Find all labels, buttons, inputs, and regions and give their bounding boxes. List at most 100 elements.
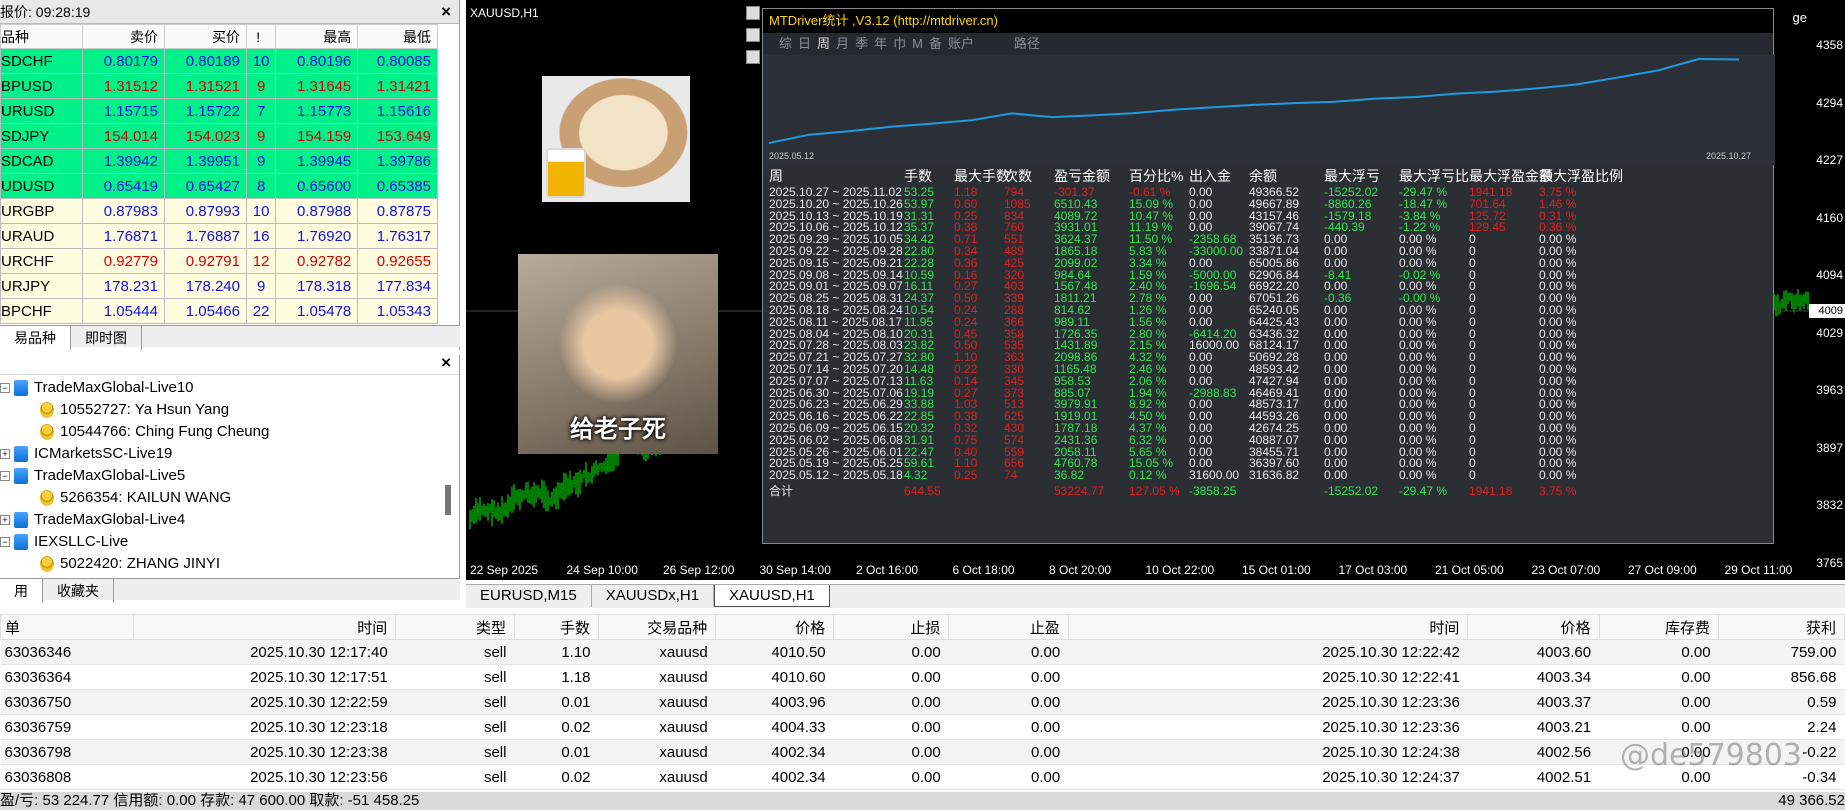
column-header[interactable]: 手数	[513, 614, 600, 640]
column-header[interactable]: 价格	[715, 614, 835, 640]
column-header[interactable]: 时间	[133, 614, 397, 640]
curve-start-label: 2025.05.12	[769, 151, 815, 161]
account-node[interactable]: 5266354: KAILUN WANG	[0, 487, 269, 509]
server-node[interactable]: + TradeMaxGlobal-Live4	[0, 509, 269, 531]
mtd-tab[interactable]: 综	[779, 36, 792, 51]
column-header[interactable]: 单	[0, 614, 135, 640]
quote-row[interactable]: URGBP 0.87983 0.87993 10 0.87988 0.87875	[0, 198, 438, 224]
cat-fight-meme-image: 给老子死	[518, 254, 718, 454]
trade-row[interactable]: 63036798 2025.10.30 12:23:38 sell 0.01 xauus…	[0, 739, 1845, 765]
column-header[interactable]: 卖价	[82, 24, 165, 49]
close-icon[interactable]: ×	[441, 0, 451, 24]
stats-header-row: 周手数 最大手数 次数 盈亏金额 百分比% 出入金 余额 最大浮亏 最大浮亏比 最大浮盈金额 最大浮…	[769, 169, 1769, 183]
mtd-tab[interactable]: 巾	[893, 36, 906, 51]
account-node[interactable]: 10544766: Ching Fung Cheung	[0, 421, 269, 443]
tab-common[interactable]: 用	[0, 579, 43, 603]
trade-cell: 63036808	[0, 764, 134, 790]
column-header[interactable]: 止盈	[948, 614, 1069, 640]
mtd-tab[interactable]: 月	[836, 36, 849, 51]
server-node[interactable]: − TradeMaxGlobal-Live10	[0, 377, 269, 399]
quote-row[interactable]: URAUD 1.76871 1.76887 16 1.76920 1.76317	[0, 223, 438, 249]
time-tick: 27 Oct 09:00	[1628, 563, 1697, 577]
stats-total-cell: 3.75 %	[1539, 484, 1577, 498]
trade-cell: 0.00	[948, 714, 1069, 740]
tab-chart-xauusd-h1[interactable]: XAUUSD,H1	[714, 585, 830, 607]
trade-cell: 2025.10.30 12:22:41	[1068, 664, 1468, 690]
scrollbar[interactable]	[445, 485, 451, 515]
expand-icon[interactable]: −	[0, 537, 10, 548]
server-node[interactable]: − IEXSLLC-Live	[0, 531, 269, 553]
expand-icon[interactable]: −	[0, 471, 10, 482]
column-header[interactable]: 买价	[164, 24, 247, 49]
mtd-tab[interactable]: M	[912, 36, 923, 51]
quote-ask: 0.92791	[164, 248, 247, 274]
expand-icon[interactable]: +	[0, 449, 10, 460]
mtd-tab[interactable]: 日	[798, 36, 811, 51]
column-header[interactable]: 止损	[833, 614, 950, 640]
chart-tool-icon[interactable]	[746, 50, 760, 64]
quote-sym: URUSD	[0, 98, 83, 124]
column-header[interactable]: 最高	[275, 24, 359, 49]
account-node[interactable]: 5022420: ZHANG JINYI	[0, 553, 269, 575]
server-node[interactable]: + ICMarketsSC-Live19	[0, 443, 269, 465]
tab-chart-eurusd-m15[interactable]: EURUSD,M15	[466, 585, 592, 607]
column-header[interactable]: !	[245, 24, 277, 49]
trade-row[interactable]: 63036364 2025.10.30 12:17:51 sell 1.18 xauus…	[0, 664, 1845, 690]
quote-row[interactable]: URUSD 1.15715 1.15722 7 1.15773 1.15616	[0, 98, 438, 124]
quote-spread: 9	[245, 148, 277, 174]
trade-cell: 0.00	[948, 764, 1069, 790]
column-header[interactable]: 时间	[1067, 614, 1469, 640]
stats-header: 余额	[1249, 168, 1277, 184]
quote-row[interactable]: BPUSD 1.31512 1.31521 9 1.31645 1.31421	[0, 73, 438, 99]
tab-chart-xauusdx-h1[interactable]: XAUUSDx,H1	[592, 585, 715, 607]
column-header[interactable]: 交易品种	[598, 614, 717, 640]
column-header[interactable]: 获利	[1718, 614, 1845, 640]
chart-tool-icon[interactable]	[746, 6, 760, 20]
quote-row[interactable]: URJPY 178.231 178.240 9 178.318 177.834	[0, 273, 438, 299]
expand-icon[interactable]: −	[0, 383, 10, 394]
quote-spread: 10	[245, 198, 277, 224]
server-node[interactable]: − TradeMaxGlobal-Live5	[0, 465, 269, 487]
quote-row[interactable]: SDJPY 154.014 154.023 9 154.159 153.649	[0, 123, 438, 149]
mtd-tab[interactable]: 周	[817, 36, 830, 51]
quote-row[interactable]: URCHF 0.92779 0.92791 12 0.92782 0.92655	[0, 248, 438, 274]
trade-cell: 63036364	[0, 664, 134, 690]
column-header[interactable]: 类型	[395, 614, 515, 640]
trade-cell: 63036759	[0, 714, 134, 740]
trade-cell: xauusd	[598, 664, 716, 690]
tab-favorites[interactable]: 收藏夹	[43, 579, 114, 603]
quote-row[interactable]: SDCAD 1.39942 1.39951 9 1.39945 1.39786	[0, 148, 438, 174]
mtd-tab[interactable]: 账户	[948, 36, 974, 51]
quote-row[interactable]: BPCHF 1.05444 1.05466 22 1.05478 1.05343	[0, 298, 438, 324]
quote-low: 1.05343	[357, 298, 438, 324]
mtd-tab[interactable]: 年	[874, 36, 887, 51]
account-node[interactable]: 10552727: Ya Hsun Yang	[0, 399, 269, 421]
expand-icon[interactable]: +	[0, 515, 10, 526]
tab-tick-chart[interactable]: 即时图	[71, 326, 142, 350]
quote-low: 0.65385	[357, 173, 438, 199]
mtd-tab[interactable]: 季	[855, 36, 868, 51]
column-header[interactable]: 品种	[0, 24, 83, 49]
column-header[interactable]: 价格	[1467, 614, 1600, 640]
trade-cell: 4002.34	[715, 739, 834, 765]
quote-row[interactable]: UDUSD 0.65419 0.65427 8 0.65600 0.65385	[0, 173, 438, 199]
price-tick: 4358	[1816, 38, 1843, 52]
mtd-tab[interactable]: 备	[929, 36, 942, 51]
mtd-tab[interactable]: 路径	[1014, 36, 1040, 51]
trade-row[interactable]: 63036759 2025.10.30 12:23:18 sell 0.02 xauus…	[0, 714, 1845, 740]
tab-symbols[interactable]: 易品种	[0, 326, 71, 350]
server-icon	[14, 468, 28, 485]
trade-row[interactable]: 63036346 2025.10.30 12:17:40 sell 1.10 xauus…	[0, 639, 1845, 665]
node-label: 5266354: KAILUN WANG	[60, 489, 232, 506]
trade-row[interactable]: 63036750 2025.10.30 12:22:59 sell 0.01 xauus…	[0, 689, 1845, 715]
market-watch-tabs: 易品种 即时图	[0, 325, 460, 350]
column-header[interactable]: 库存费	[1598, 614, 1720, 640]
chart-tool-icon[interactable]	[746, 28, 760, 42]
close-icon[interactable]: ×	[441, 353, 451, 373]
stats-header: 次数	[1004, 168, 1032, 184]
user-icon	[40, 556, 54, 573]
stats-header: 最大手数	[954, 168, 1010, 184]
trade-row[interactable]: 63036808 2025.10.30 12:23:56 sell 0.02 xauus…	[0, 764, 1845, 790]
column-header[interactable]: 最低	[357, 24, 438, 49]
quote-row[interactable]: SDCHF 0.80179 0.80189 10 0.80196 0.80085	[0, 48, 438, 74]
